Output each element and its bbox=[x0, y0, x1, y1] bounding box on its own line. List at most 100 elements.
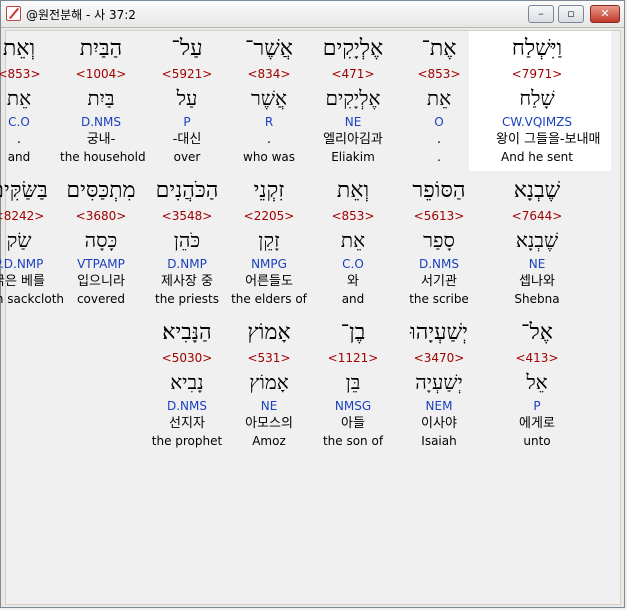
word-block[interactable]: אֲשֶׁר־ <834> אֲשֶׁר R. who was bbox=[228, 33, 310, 165]
interlinear-pane[interactable]: וַיִּשְׁלַח <7971> שָׁלַח CW.VQIMZS 왕이 그들을-보… bbox=[0, 30, 621, 605]
word-block[interactable]: אֶת־ <853> אֵת O.. bbox=[398, 33, 480, 165]
word-block[interactable]: אֶל־ <413> אֵל P 에게로 unto bbox=[496, 317, 578, 449]
word-korean: 제사장 중 bbox=[161, 274, 213, 289]
word-hebrew: וְאֵת bbox=[336, 178, 370, 203]
word-block[interactable]: יְשַׁעְיָהוּ <3470> יְשַׁעְיָה NEM 이사야 Isaiah bbox=[398, 317, 480, 449]
word-lemma: אֵת bbox=[6, 86, 32, 110]
word-strong: <531> bbox=[247, 351, 291, 365]
word-korean: 선지자 bbox=[169, 416, 205, 431]
word-morph: C.O bbox=[8, 115, 30, 129]
word-hebrew: בֶן־ bbox=[340, 320, 366, 345]
word-morph: P bbox=[533, 399, 541, 413]
word-hebrew: הַנָּבִיא׃ bbox=[162, 320, 212, 345]
word-hebrew: וַיִּשְׁלַח bbox=[511, 36, 563, 61]
word-korean: 왕이 그들을-보내매 bbox=[496, 132, 601, 147]
word-morph: D.NMS bbox=[80, 115, 121, 129]
word-block[interactable]: בַּשַּׂקִּים <8242> שַׂק P.D.NMP 굵은 베를 with s… bbox=[0, 175, 65, 307]
word-strong: <853> bbox=[331, 209, 375, 223]
word-korean: 아모스의 bbox=[245, 416, 293, 431]
word-strong: <834> bbox=[247, 67, 291, 81]
word-english: Isaiah bbox=[421, 434, 457, 448]
word-block[interactable]: בֶן־ <1121> בֵּן NMSG 아들 the son of bbox=[312, 317, 394, 449]
word-lemma: אֵת bbox=[426, 86, 452, 110]
word-english: with sackcloth bbox=[0, 292, 65, 306]
close-button[interactable]: ✕ bbox=[590, 5, 620, 23]
word-morph: D.NMS bbox=[166, 399, 207, 413]
word-block[interactable]: הַכֹּהֲנִים <3548> כֹּהֵן D.NMP 제사장 중 the pri… bbox=[146, 175, 228, 307]
word-block[interactable]: אֶלְיָקִים <471> אֶלְיָקִים NE 엘리아김과 Eliakim bbox=[312, 33, 394, 165]
word-morph: NE bbox=[260, 399, 278, 413]
word-lemma: כֹּהֵן bbox=[173, 228, 201, 252]
word-block[interactable]: הַנָּבִיא׃ <5030> נָבִיא D.NMS 선지자 the prophe… bbox=[146, 317, 228, 449]
word-lemma: אֶלְיָקִים bbox=[325, 86, 381, 110]
word-korean: . bbox=[16, 132, 22, 147]
word-block[interactable]: וְאֵת <853> אֵת C.O. and bbox=[0, 33, 60, 165]
word-strong: <471> bbox=[331, 67, 375, 81]
word-strong: <5921> bbox=[161, 67, 213, 81]
word-korean: 이사야 bbox=[421, 416, 457, 431]
app-icon bbox=[6, 6, 21, 21]
word-morph: VTPAMP bbox=[77, 257, 125, 271]
word-korean: 에게로 bbox=[519, 416, 555, 431]
word-hebrew: בַּשַּׂקִּים bbox=[0, 178, 48, 203]
word-korean: . bbox=[436, 132, 442, 147]
word-morph: NEM bbox=[425, 399, 453, 413]
word-english: over bbox=[173, 150, 201, 164]
maximize-button[interactable]: ▫ bbox=[558, 5, 584, 23]
word-morph: C.O bbox=[342, 257, 364, 271]
word-korean: 셉나와 bbox=[519, 274, 555, 289]
word-english: the son of bbox=[322, 434, 384, 448]
word-english: and bbox=[341, 292, 365, 306]
word-hebrew: זִקְנֵי bbox=[253, 178, 285, 203]
word-strong: <3680> bbox=[75, 209, 127, 223]
word-morph: CW.VQIMZS bbox=[501, 115, 573, 129]
word-morph: D.NMS bbox=[418, 257, 459, 271]
word-block[interactable]: הַבַּיִת <1004> בַּיִת D.NMS 궁내-the househol… bbox=[60, 33, 146, 165]
word-korean: 아들 bbox=[341, 416, 365, 431]
word-korean: 어른들도 bbox=[245, 274, 293, 289]
word-lemma: שַׂק bbox=[6, 228, 32, 252]
word-english: covered bbox=[76, 292, 126, 306]
window-title: @원전분해 - 사 37:2 bbox=[26, 8, 136, 22]
word-lemma: נָבִיא bbox=[170, 370, 204, 394]
word-block[interactable]: וְאֵת <853> אֵת C.O 와 and bbox=[312, 175, 394, 307]
word-english: unto bbox=[523, 434, 551, 448]
word-block[interactable]: אָמוֹץ <531> אָמוֹץ NE 아모스의 Amoz bbox=[228, 317, 310, 449]
word-block[interactable]: מִתְכַּסִּים <3680> כָּסָה VTPAMP 입으니라 covere… bbox=[60, 175, 142, 307]
word-korean: 서기관 bbox=[421, 274, 457, 289]
word-strong: <7644> bbox=[511, 209, 563, 223]
word-korean: . bbox=[266, 132, 272, 147]
word-english: Shebna bbox=[514, 292, 560, 306]
title-bar[interactable]: @원전분해 - 사 37:2 – ▫ ✕ bbox=[1, 1, 624, 28]
word-hebrew: מִתְכַּסִּים bbox=[66, 178, 136, 203]
word-strong: <7971> bbox=[511, 67, 563, 81]
word-morph: NMPG bbox=[251, 257, 287, 271]
word-morph: R bbox=[264, 115, 274, 129]
word-strong: <5613> bbox=[413, 209, 465, 223]
word-strong: <1121> bbox=[327, 351, 379, 365]
word-korean: -대신 bbox=[172, 132, 202, 147]
word-block[interactable]: זִקְנֵי <2205> זָקֵן NMPG 어른들도 the elders of bbox=[228, 175, 310, 307]
word-hebrew: אָמוֹץ bbox=[247, 320, 291, 345]
word-korean: 굵은 베를 bbox=[0, 274, 45, 289]
word-lemma: אֲשֶׁר bbox=[251, 86, 287, 110]
word-block[interactable]: וַיִּשְׁלַח <7971> שָׁלַח CW.VQIMZS 왕이 그들을-보… bbox=[496, 33, 601, 165]
word-lemma: אֵת bbox=[340, 228, 366, 252]
word-block[interactable]: עַל־ <5921> עַל P -대신 over bbox=[146, 33, 228, 165]
word-hebrew: הַכֹּהֲנִים bbox=[155, 178, 219, 203]
word-lemma: כָּסָה bbox=[84, 228, 118, 252]
word-strong: <2205> bbox=[243, 209, 295, 223]
word-lemma: יְשַׁעְיָה bbox=[415, 370, 463, 394]
word-hebrew: הַסּוֹפֵר bbox=[412, 178, 466, 203]
word-morph: O bbox=[434, 115, 444, 129]
word-english: . bbox=[437, 150, 441, 164]
word-hebrew: אֶל־ bbox=[521, 320, 553, 345]
word-strong: <1004> bbox=[75, 67, 127, 81]
word-hebrew: עַל־ bbox=[171, 36, 203, 61]
word-morph: NE bbox=[528, 257, 546, 271]
word-strong: <3470> bbox=[413, 351, 465, 365]
word-block[interactable]: הַסּוֹפֵר <5613> סָפַר D.NMS 서기관 the scribe bbox=[398, 175, 480, 307]
word-block[interactable]: שֶׁבְנָא <7644> שֶׁבְנָא NE 셉나와 Shebna bbox=[496, 175, 578, 307]
minimize-button[interactable]: – bbox=[528, 5, 554, 23]
word-korean: 엘리아김과 bbox=[323, 132, 383, 147]
